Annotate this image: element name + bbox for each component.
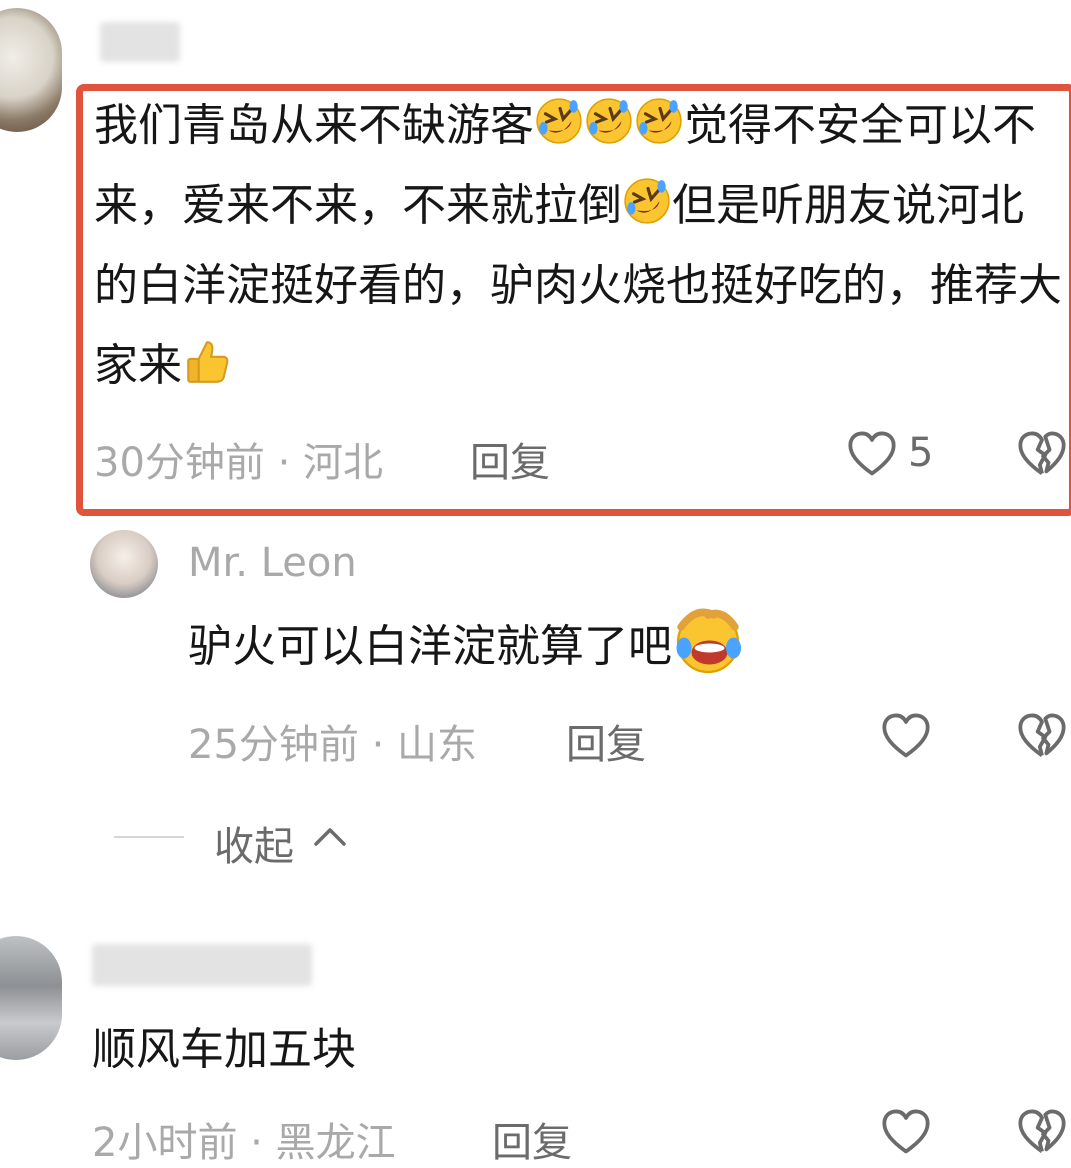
chevron-up-icon[interactable] (312, 820, 348, 856)
collapse-button[interactable]: 收起 (214, 814, 294, 872)
rofl-emoji (622, 176, 672, 226)
rofl-emoji (634, 96, 684, 146)
laughing-crying-emoji (672, 603, 744, 675)
username-blurred[interactable] (100, 22, 180, 62)
reply-time-location: 25分钟前 · 山东 (188, 722, 478, 768)
avatar[interactable] (0, 936, 62, 1060)
reply-button[interactable]: 回复 (566, 712, 646, 770)
reply-username[interactable]: Mr. Leon (188, 540, 357, 586)
avatar[interactable] (90, 530, 158, 598)
avatar[interactable] (0, 8, 62, 132)
comment-text: 我们青岛从来不缺游客 觉得不安全可以不来，爱来不来，不来就拉倒 但是听朋友说河北的白… (94, 86, 1064, 406)
reply-button[interactable]: 回复 (492, 1110, 572, 1168)
username-blurred[interactable] (92, 944, 312, 986)
rofl-emoji (534, 96, 584, 146)
broken-heart-icon[interactable] (1016, 1106, 1068, 1158)
thumbs-up-emoji (182, 336, 232, 386)
heart-outline-icon[interactable] (880, 1106, 932, 1158)
broken-heart-icon[interactable] (1016, 428, 1068, 480)
comment-text: 顺风车加五块 (92, 1024, 356, 1075)
comment-time-location: 30分钟前 · 河北 (94, 440, 384, 486)
heart-outline-icon[interactable] (846, 428, 898, 480)
rofl-emoji (584, 96, 634, 146)
reply-button[interactable]: 回复 (470, 430, 550, 488)
collapse-divider (114, 836, 184, 838)
broken-heart-icon[interactable] (1016, 710, 1068, 762)
heart-outline-icon[interactable] (880, 710, 932, 762)
comment-time-location: 2小时前 · 黑龙江 (92, 1120, 396, 1166)
reply-text: 驴火可以白洋淀就算了吧 (188, 603, 1048, 687)
like-count: 5 (908, 430, 934, 476)
